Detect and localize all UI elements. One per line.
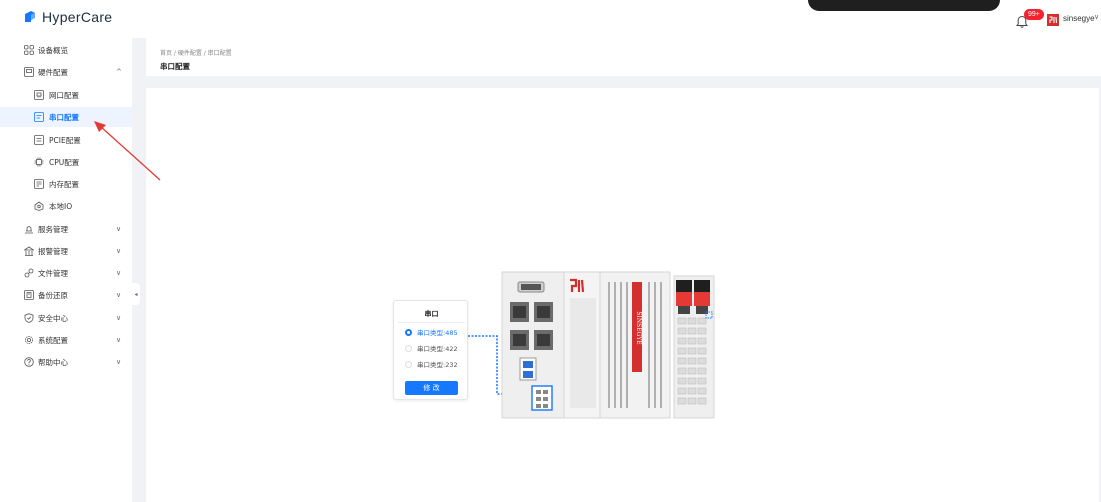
radio-unchecked-icon <box>405 360 412 368</box>
shield-icon <box>24 313 34 323</box>
ethernet-icon <box>34 90 44 100</box>
serial-port-icon <box>34 112 44 122</box>
sidebar-item-help-center[interactable]: 帮助中心 ∨ <box>0 352 132 372</box>
window-top-bar <box>808 0 1000 11</box>
chevron-down-icon: ∨ <box>116 358 122 366</box>
hypercare-logo-icon <box>25 11 35 22</box>
sidebar-item-alarm-management[interactable]: 报警管理 ∨ <box>0 241 132 261</box>
radio-label: 串口类型:422 <box>417 345 458 353</box>
app-logo[interactable]: HyperCare <box>22 9 112 25</box>
sidebar-item-file-management[interactable]: 文件管理 ∨ <box>0 263 132 283</box>
app-name: HyperCare <box>42 9 113 25</box>
memory-icon <box>34 179 44 189</box>
chevron-down-icon: ∨ <box>116 336 122 344</box>
sidebar-item-label: 设备概览 <box>38 45 68 55</box>
sidebar-item-label: CPU配置 <box>49 157 80 167</box>
sidebar-item-system-config[interactable]: 系统配置 ∨ <box>0 330 132 350</box>
radio-unchecked-icon <box>405 344 412 352</box>
notification-badge: 99+ <box>1024 9 1044 20</box>
alarm-icon <box>24 246 34 256</box>
sidebar-item-label: PCIE配置 <box>49 135 81 145</box>
radio-label: 串口类型:485 <box>417 329 458 337</box>
sidebar-item-local-io[interactable]: 本地IO <box>0 196 132 216</box>
serial-config-panel: 串口 串口类型:485 串口类型:422 串口类型:232 修 改 <box>393 300 468 400</box>
chevron-down-icon: ∨ <box>116 247 122 255</box>
chevron-down-icon: ∨ <box>116 291 122 299</box>
sidebar-item-hardware-config[interactable]: 硬件配置 ^ <box>0 62 132 82</box>
sidebar-item-label: 系统配置 <box>38 335 68 345</box>
pcie-icon <box>34 135 44 145</box>
sidebar-item-label: 串口配置 <box>49 112 79 122</box>
sidebar-item-label: 硬件配置 <box>38 67 68 77</box>
sidebar-item-ethernet-config[interactable]: 网口配置 <box>0 85 132 105</box>
sidebar-item-backup-restore[interactable]: 备份还原 ∨ <box>0 285 132 305</box>
device-illustration[interactable]: SINSEGYE <box>498 268 730 420</box>
chevron-down-icon: ∨ <box>116 269 122 277</box>
radio-serial-485[interactable]: 串口类型:485 <box>405 327 458 337</box>
page-title: 串口配置 <box>160 62 190 71</box>
radio-serial-232[interactable]: 串口类型:232 <box>405 359 458 369</box>
sidebar-item-label: 报警管理 <box>38 246 68 256</box>
sidebar-item-label: 内存配置 <box>49 179 79 189</box>
sidebar: 设备概览 硬件配置 ^ 网口配置 串口配置 PCIE配置 CPU配置 内存配置 <box>0 38 132 502</box>
chevron-up-icon: ^ <box>116 68 122 76</box>
sidebar-item-label: 本地IO <box>49 201 73 211</box>
page-header: 首页 / 硬件配置 / 串口配置 串口配置 <box>146 38 1101 76</box>
user-name[interactable]: sinsegye <box>1063 14 1095 23</box>
modify-button[interactable]: 修 改 <box>405 381 458 395</box>
radio-serial-422[interactable]: 串口类型:422 <box>405 343 458 353</box>
sidebar-item-device-overview[interactable]: 设备概览 <box>0 40 132 60</box>
file-icon <box>24 268 34 278</box>
sidebar-item-label: 文件管理 <box>38 268 68 278</box>
app: HyperCare 99+ sinsegye ∨ 设备概览 硬件配置 ^ 网口配… <box>0 0 1101 502</box>
help-icon <box>24 357 34 367</box>
sidebar-collapse-toggle[interactable]: ◂ <box>132 283 140 305</box>
chevron-down-icon: ∨ <box>116 314 122 322</box>
local-io-icon <box>34 201 44 211</box>
sidebar-item-service-management[interactable]: 服务管理 ∨ <box>0 219 132 239</box>
backup-icon <box>24 290 34 300</box>
service-icon <box>25 226 33 234</box>
top-header: HyperCare 99+ sinsegye ∨ <box>0 0 1101 38</box>
breadcrumb[interactable]: 首页 / 硬件配置 / 串口配置 <box>160 48 232 57</box>
serial-panel-title: 串口 <box>424 310 439 318</box>
gear-icon <box>25 336 33 344</box>
device-brand-text: SINSEGYE <box>635 311 642 344</box>
sidebar-item-label: 网口配置 <box>49 90 79 100</box>
cpu-icon <box>34 157 44 167</box>
panel-divider <box>398 322 465 323</box>
sidebar-item-label: 备份还原 <box>38 290 68 300</box>
sidebar-item-label: 帮助中心 <box>38 357 68 367</box>
sidebar-item-security-center[interactable]: 安全中心 ∨ <box>0 308 132 328</box>
hardware-icon <box>24 67 34 77</box>
grid-icon <box>24 45 34 55</box>
user-menu-caret-icon[interactable]: ∨ <box>1094 13 1099 21</box>
user-avatar-icon[interactable] <box>1047 14 1059 26</box>
sidebar-item-label: 服务管理 <box>38 224 68 234</box>
annotation-arrow <box>94 121 161 181</box>
chevron-down-icon: ∨ <box>116 225 122 233</box>
sidebar-item-label: 安全中心 <box>38 313 68 323</box>
radio-label: 串口类型:232 <box>417 361 458 369</box>
radio-checked-icon <box>405 328 412 336</box>
